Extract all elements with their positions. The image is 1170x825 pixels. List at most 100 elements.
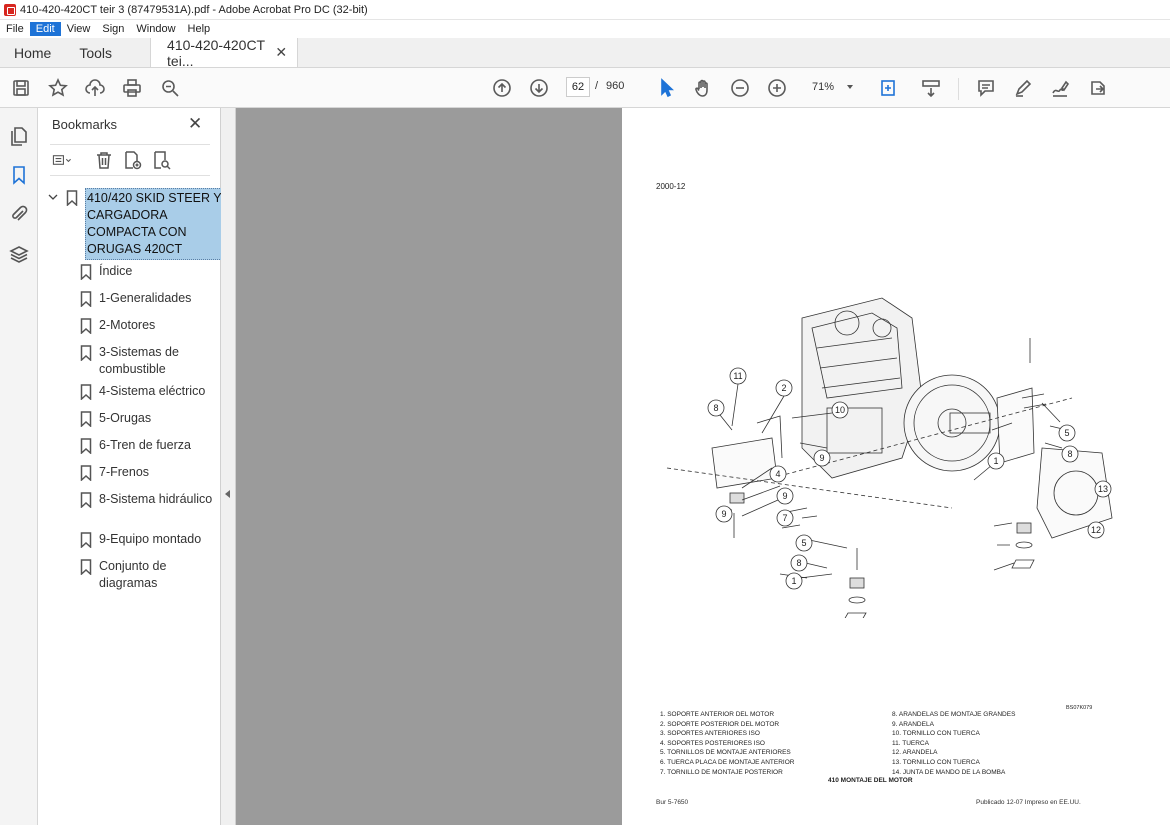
menu-bar: File Edit View Sign Window Help xyxy=(0,20,1170,38)
legend-entry: 6. TUERCA PLACA DE MONTAJE ANTERIOR xyxy=(660,758,795,766)
scroll-mode-icon[interactable] xyxy=(920,77,942,99)
legend-entry: 10. TORNILLO CON TUERCA xyxy=(892,730,980,738)
find-bookmark-icon[interactable] xyxy=(151,150,173,172)
highlight-pen-icon[interactable] xyxy=(1012,77,1034,99)
select-cursor-icon[interactable] xyxy=(655,77,677,99)
bookmark-flag-icon xyxy=(80,291,92,308)
hand-icon[interactable] xyxy=(692,77,714,99)
bookmark-flag-icon xyxy=(80,559,92,576)
callout-8: 8 xyxy=(796,558,801,568)
callout-8: 8 xyxy=(713,403,718,413)
figure-caption: 410 MONTAJE DEL MOTOR xyxy=(828,777,913,784)
zoom-in-icon[interactable] xyxy=(766,77,788,99)
delete-bookmark-icon[interactable] xyxy=(94,150,116,172)
parts-legend-right: 8. ARANDELAS DE MONTAJE GRANDES 9. ARAND… xyxy=(892,710,1015,777)
chevron-down-icon[interactable] xyxy=(48,192,58,202)
callout-1: 1 xyxy=(993,456,998,466)
callout-12: 12 xyxy=(1091,525,1101,535)
close-panel-icon[interactable]: ✕ xyxy=(188,114,202,134)
document-canvas[interactable] xyxy=(236,108,622,825)
tab-tools[interactable]: Tools xyxy=(65,38,126,67)
menu-window[interactable]: Window xyxy=(130,22,181,36)
cloud-upload-icon[interactable] xyxy=(84,77,106,99)
zoom-search-icon[interactable] xyxy=(159,77,181,99)
page-number-input[interactable]: 62 xyxy=(566,77,590,97)
acrobat-logo-icon xyxy=(4,3,16,16)
attachment-icon[interactable] xyxy=(9,204,29,224)
new-bookmark-icon[interactable] xyxy=(122,150,144,172)
bookmark-label: 7-Frenos xyxy=(99,465,150,479)
menu-sign[interactable]: Sign xyxy=(96,22,130,36)
legend-entry: 8. ARANDELAS DE MONTAJE GRANDES xyxy=(892,711,1016,718)
bookmark-label: 6-Tren de fuerza xyxy=(99,438,191,452)
legend-entry: 14. JUNTA DE MANDO DE LA BOMBA xyxy=(892,768,1006,776)
bookmark-label: 1-Generalidades xyxy=(99,291,192,305)
bookmark-flag-icon xyxy=(80,318,92,335)
collapse-panel-icon[interactable] xyxy=(225,490,230,498)
zoom-level-select[interactable]: 71% xyxy=(806,77,856,97)
callout-11: 11 xyxy=(733,371,742,381)
bookmark-flag-icon xyxy=(80,492,92,509)
callout-8: 8 xyxy=(1067,449,1072,459)
callout-9: 9 xyxy=(819,453,824,463)
page-up-icon[interactable] xyxy=(491,77,513,99)
menu-view[interactable]: View xyxy=(61,22,97,36)
pdf-page[interactable]: 2000-12 11 2 8 10 9 5 8 1 4 13 9 9 7 12 … xyxy=(622,108,1170,825)
bookmark-flag-icon xyxy=(80,438,92,455)
bookmark-root-label: 410/420 SKID STEER Y CARGADORA COMPACTA … xyxy=(85,188,224,260)
drawing-reference: BS07K079 xyxy=(1066,705,1093,711)
layers-icon[interactable] xyxy=(9,244,29,264)
legend-entry: 4. SOPORTES POSTERIORES ISO xyxy=(660,739,765,747)
zoom-out-icon[interactable] xyxy=(729,77,751,99)
bookmark-options-icon[interactable] xyxy=(52,150,82,172)
legend-entry: 5. TORNILLOS DE MONTAJE ANTERIORES xyxy=(660,749,791,757)
tab-bar: Home Tools 410-420-420CT tei... ✕ xyxy=(0,37,1170,69)
callout-4: 4 xyxy=(775,469,780,479)
legend-entry: 2. SOPORTE POSTERIOR DEL MOTOR xyxy=(660,720,780,728)
pages-icon[interactable] xyxy=(9,126,29,146)
star-icon[interactable] xyxy=(47,77,69,99)
bookmark-flag-icon xyxy=(80,384,92,401)
engine-mounting-diagram: 11 2 8 10 9 5 8 1 4 13 9 9 7 12 5 8 1 xyxy=(666,297,1113,618)
menu-help[interactable]: Help xyxy=(182,22,217,36)
panel-splitter[interactable] xyxy=(221,108,236,825)
menu-edit[interactable]: Edit xyxy=(29,22,61,36)
callout-9: 9 xyxy=(782,491,787,501)
tab-home[interactable]: Home xyxy=(0,38,65,67)
menu-file[interactable]: File xyxy=(0,22,30,36)
page-date: 2000-12 xyxy=(656,182,686,191)
tab-document[interactable]: 410-420-420CT tei... ✕ xyxy=(150,37,299,69)
bookmarks-panel: Bookmarks ✕ 410/420 SKID STEER Y CARGADO… xyxy=(38,108,224,825)
parts-legend-left: 1. SOPORTE ANTERIOR DEL MOTOR 2. SOPORTE… xyxy=(660,710,795,777)
bookmark-label: 5-Orugas xyxy=(99,411,152,425)
legend-entry: 12. ARANDELA xyxy=(892,749,938,757)
bookmarks-toolbar xyxy=(50,144,210,176)
comment-icon[interactable] xyxy=(975,77,997,99)
window-titlebar: 410-420-420CT teir 3 (87479531A).pdf - A… xyxy=(0,0,1170,20)
print-icon[interactable] xyxy=(121,77,143,99)
fit-page-icon[interactable] xyxy=(874,77,904,99)
legend-entry: 9. ARANDELA xyxy=(892,720,934,728)
callout-10: 10 xyxy=(835,405,845,415)
callout-7: 7 xyxy=(782,513,787,523)
save-icon[interactable] xyxy=(10,77,32,99)
sign-icon[interactable] xyxy=(1049,77,1071,99)
callout-1: 1 xyxy=(791,576,796,586)
bookmark-icon[interactable] xyxy=(9,165,29,185)
zoom-level-value: 71% xyxy=(812,81,835,93)
bookmark-label: 9-Equipo montado xyxy=(99,532,202,546)
bookmark-label: 2-Motores xyxy=(99,318,156,332)
share-icon[interactable] xyxy=(1087,77,1109,99)
page-footer-left: Bur 5-7650 xyxy=(656,799,689,806)
callout-13: 13 xyxy=(1098,484,1108,494)
bookmark-flag-icon xyxy=(80,532,92,549)
legend-entry: 7. TORNILLO DE MONTAJE POSTERIOR xyxy=(660,768,783,776)
left-navigation-rail xyxy=(0,108,38,825)
bookmark-label: 8-Sistema hidráulico xyxy=(99,492,213,506)
bookmark-label: Conjunto de diagramas xyxy=(99,559,167,590)
callout-2: 2 xyxy=(781,383,786,393)
page-down-icon[interactable] xyxy=(528,77,550,99)
legend-entry: 3. SOPORTES ANTERIORES ISO xyxy=(660,730,760,738)
bookmark-label: 4-Sistema eléctrico xyxy=(99,384,206,398)
close-tab-icon[interactable]: ✕ xyxy=(275,44,287,61)
